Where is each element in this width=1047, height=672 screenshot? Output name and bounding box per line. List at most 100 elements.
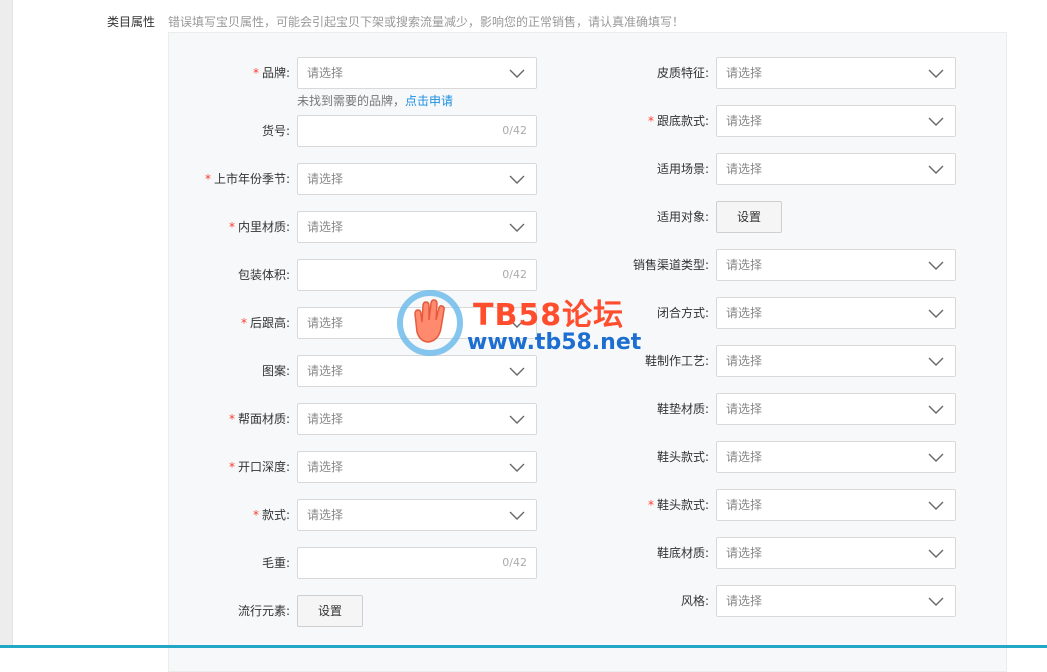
field-label-text: 流行元素:: [237, 604, 290, 618]
left-field-row: * 品牌: 请选择: [180, 57, 537, 89]
chevron-down-icon: [508, 365, 526, 377]
select-placeholder: 请选择: [307, 172, 344, 186]
attribute-select[interactable]: 请选择: [297, 211, 537, 243]
attribute-select[interactable]: 请选择: [716, 393, 956, 425]
chevron-down-icon: [927, 451, 945, 463]
select-placeholder: 请选择: [726, 306, 763, 320]
chevron-down-icon: [927, 595, 945, 607]
left-field-row: * 款式: 请选择: [180, 499, 537, 531]
field-label: * 后跟高:: [180, 307, 290, 339]
attribute-select[interactable]: 请选择: [716, 441, 956, 473]
attribute-select[interactable]: 请选择: [297, 403, 537, 435]
select-placeholder: 请选择: [307, 508, 344, 522]
field-label-text: 适用场景:: [656, 162, 709, 176]
left-field-row: * 上市年份季节: 请选择: [180, 163, 537, 195]
field-label: 销售渠道类型:: [590, 249, 709, 281]
brand-hint: 未找到需要的品牌，点击申请: [297, 92, 453, 109]
required-asterisk: *: [204, 172, 211, 186]
select-placeholder: 请选择: [307, 220, 344, 234]
watermark: TB58论坛 www.tb58.net: [395, 288, 655, 358]
char-counter: 0/42: [502, 124, 527, 137]
field-label-text: 皮质特征:: [656, 66, 709, 80]
required-asterisk: *: [252, 66, 259, 80]
left-field-row: * 开口深度: 请选择: [180, 451, 537, 483]
setting-button[interactable]: 设置: [716, 201, 782, 233]
field-label-text: 上市年份季节:: [213, 172, 290, 186]
field-label-text: 图案:: [261, 364, 290, 378]
field-label-text: 品牌:: [261, 66, 290, 80]
section-warning: 错误填写宝贝属性，可能会引起宝贝下架或搜索流量减少，影响您的正常销售，请认真准确…: [168, 15, 685, 29]
apply-brand-link[interactable]: 点击申请: [405, 94, 453, 108]
field-label: * 品牌:: [180, 57, 290, 89]
text-input[interactable]: 0/42: [297, 115, 537, 147]
chevron-down-icon: [927, 355, 945, 367]
chevron-down-icon: [927, 547, 945, 559]
attribute-select[interactable]: 请选择: [716, 249, 956, 281]
select-placeholder: 请选择: [726, 162, 763, 176]
select-placeholder: 请选择: [726, 498, 763, 512]
attribute-select[interactable]: 请选择: [297, 499, 537, 531]
required-asterisk: *: [228, 460, 235, 474]
right-field-row: 鞋底材质: 请选择: [590, 537, 956, 569]
field-label-text: 风格:: [680, 594, 709, 608]
attribute-select[interactable]: 请选择: [716, 537, 956, 569]
attribute-select[interactable]: 请选择: [297, 163, 537, 195]
chevron-down-icon: [927, 259, 945, 271]
left-field-row: 毛重: 0/42: [180, 547, 537, 579]
field-label: * 款式:: [180, 499, 290, 531]
required-asterisk: *: [228, 220, 235, 234]
attribute-select[interactable]: 请选择: [716, 153, 956, 185]
char-counter: 0/42: [502, 556, 527, 569]
left-field-row: * 内里材质: 请选择: [180, 211, 537, 243]
field-label: * 内里材质:: [180, 211, 290, 243]
select-placeholder: 请选择: [726, 402, 763, 416]
attribute-select[interactable]: 请选择: [297, 57, 537, 89]
watermark-title: TB58论坛: [473, 298, 625, 333]
field-label: 适用场景:: [590, 153, 709, 185]
attribute-select[interactable]: 请选择: [716, 585, 956, 617]
select-placeholder: 请选择: [726, 450, 763, 464]
field-label-text: 货号:: [261, 124, 290, 138]
attribute-select[interactable]: 请选择: [716, 297, 956, 329]
required-asterisk: *: [240, 316, 247, 330]
attribute-select[interactable]: 请选择: [716, 345, 956, 377]
text-input[interactable]: 0/42: [297, 259, 537, 291]
attribute-select[interactable]: 请选择: [716, 489, 956, 521]
text-input[interactable]: 0/42: [297, 547, 537, 579]
attribute-select[interactable]: 请选择: [716, 105, 956, 137]
field-label-text: 鞋头款式:: [656, 498, 709, 512]
chevron-down-icon: [927, 115, 945, 127]
left-field-row: * 帮面材质: 请选择: [180, 403, 537, 435]
left-field-row: 货号: 0/42: [180, 115, 537, 147]
field-label: 风格:: [590, 585, 709, 617]
hand-logo-icon: [397, 290, 463, 356]
setting-button[interactable]: 设置: [297, 595, 363, 627]
field-label: 鞋垫材质:: [590, 393, 709, 425]
field-label: * 帮面材质:: [180, 403, 290, 435]
field-label: 皮质特征:: [590, 57, 709, 89]
required-asterisk: *: [647, 498, 654, 512]
required-asterisk: *: [228, 412, 235, 426]
attribute-select[interactable]: 请选择: [716, 57, 956, 89]
attribute-select[interactable]: 请选择: [297, 355, 537, 387]
chevron-down-icon: [508, 221, 526, 233]
select-placeholder: 请选择: [307, 66, 344, 80]
attribute-select[interactable]: 请选择: [297, 451, 537, 483]
select-placeholder: 请选择: [307, 412, 344, 426]
right-field-row: 销售渠道类型: 请选择: [590, 249, 956, 281]
field-label: 毛重:: [180, 547, 290, 579]
right-field-row: * 鞋头款式: 请选择: [590, 489, 956, 521]
select-placeholder: 请选择: [726, 258, 763, 272]
chevron-down-icon: [508, 461, 526, 473]
required-asterisk: *: [647, 114, 654, 128]
field-label-text: 开口深度:: [237, 460, 290, 474]
left-field-row: 流行元素: 设置: [180, 595, 537, 627]
field-label-text: 跟底款式:: [656, 114, 709, 128]
select-placeholder: 请选择: [307, 316, 344, 330]
right-field-row: * 跟底款式: 请选择: [590, 105, 956, 137]
field-label: 适用对象:: [590, 201, 709, 233]
field-label-text: 闭合方式:: [656, 306, 709, 320]
chevron-down-icon: [508, 67, 526, 79]
field-label: 图案:: [180, 355, 290, 387]
field-label-text: 销售渠道类型:: [632, 258, 709, 272]
